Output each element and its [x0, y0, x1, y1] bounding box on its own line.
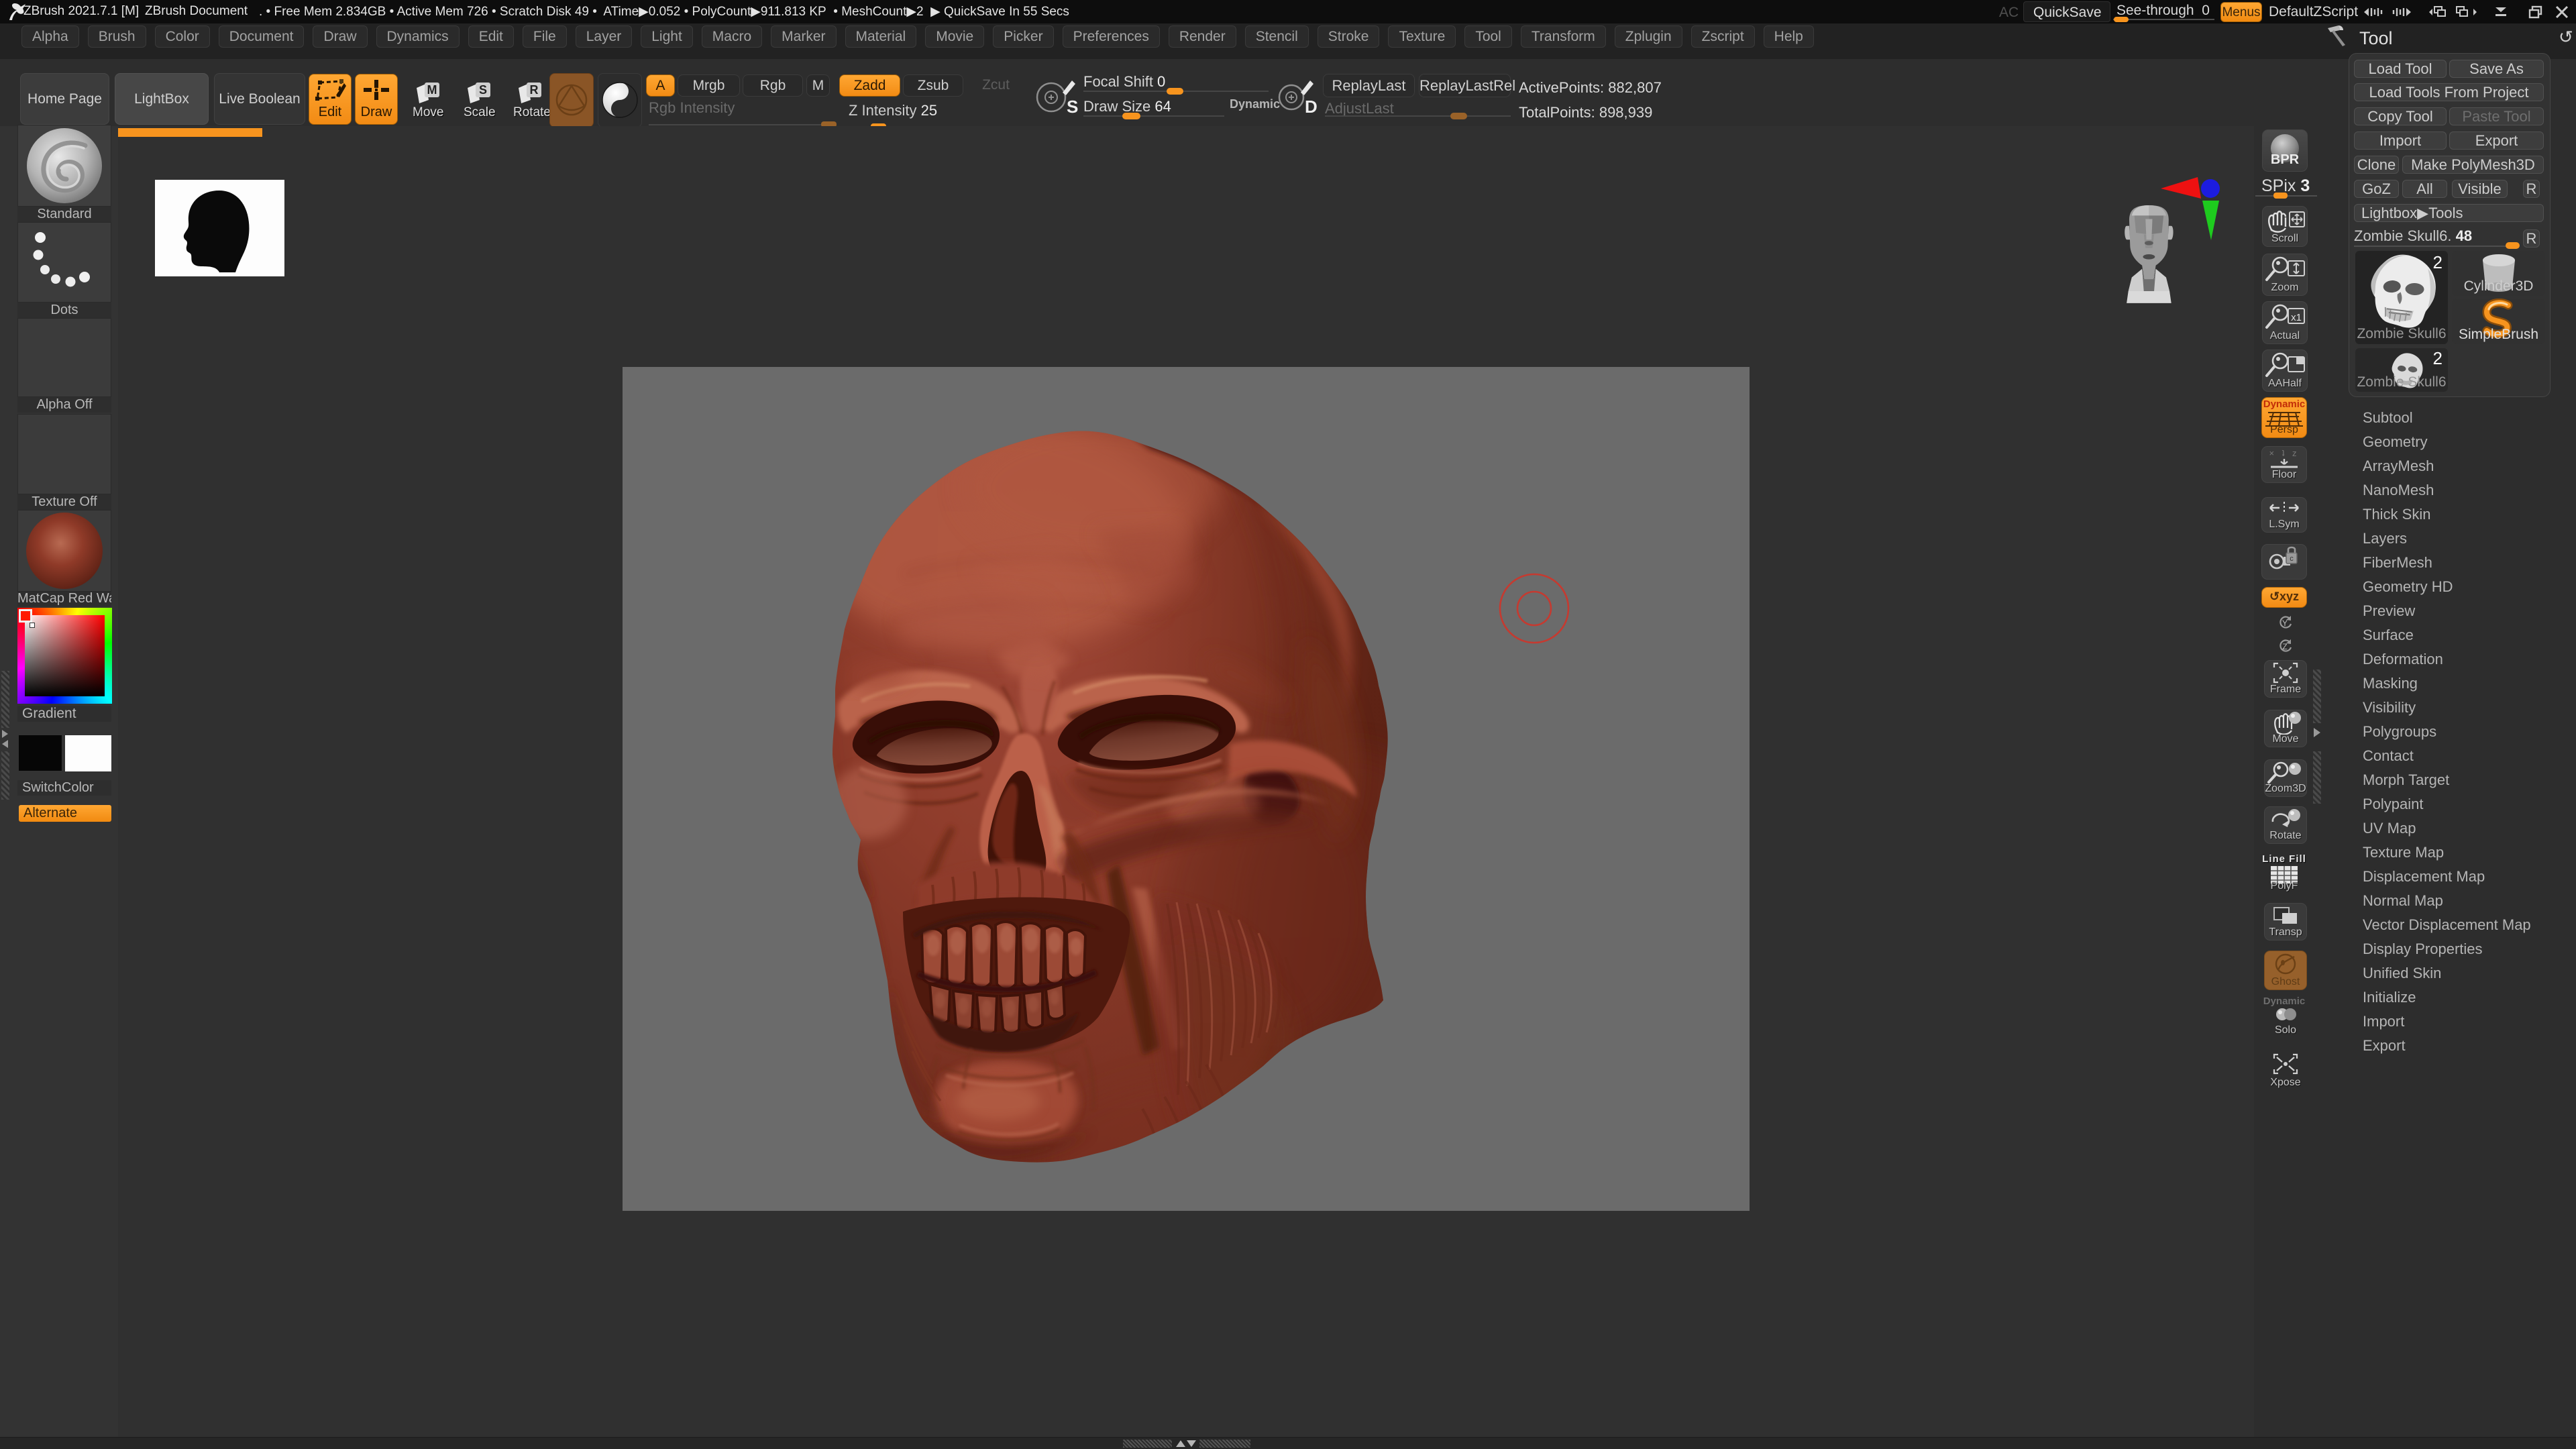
svg-text:S: S: [479, 83, 487, 97]
svg-text:D: D: [1305, 97, 1317, 117]
svg-text:R: R: [530, 83, 539, 97]
svg-text:M: M: [427, 83, 437, 97]
svg-text:BPR: BPR: [2271, 152, 2300, 167]
svg-text:x1: x1: [2291, 312, 2302, 323]
svg-text:c: c: [2290, 555, 2294, 563]
svg-text:Z: Z: [2282, 642, 2287, 651]
svg-text:Y: Y: [2282, 619, 2288, 628]
svg-text:S: S: [1067, 97, 1078, 117]
